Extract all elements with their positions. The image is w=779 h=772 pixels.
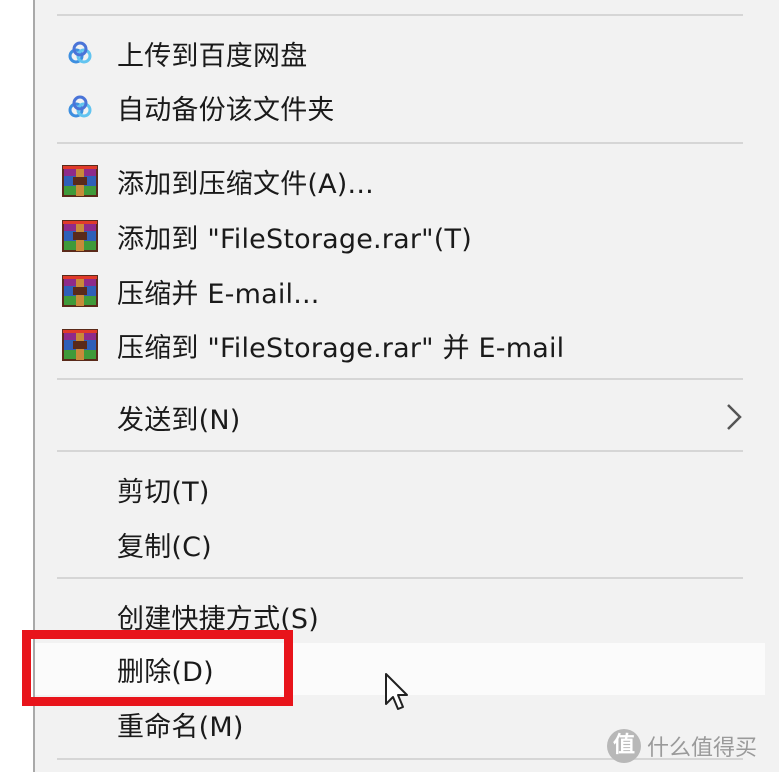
smzdm-logo-icon: 值 xyxy=(607,729,641,763)
baidu-netdisk-icon xyxy=(62,35,98,71)
menu-item-label: 复制(C) xyxy=(117,531,212,563)
menu-item-compress-to-rar-and-email[interactable]: 压缩到 "FileStorage.rar" 并 E-mail xyxy=(35,319,779,371)
menu-item-label: 上传到百度网盘 xyxy=(117,40,308,72)
winrar-icon xyxy=(62,218,98,254)
winrar-icon xyxy=(62,273,98,309)
chevron-right-icon xyxy=(727,404,742,430)
menu-item-label: 自动备份该文件夹 xyxy=(117,94,335,126)
menu-separator xyxy=(57,450,743,452)
menu-item-send-to[interactable]: 发送到(N) xyxy=(35,391,779,443)
menu-item-copy[interactable]: 复制(C) xyxy=(35,518,779,570)
menu-item-label: 发送到(N) xyxy=(117,404,241,436)
mouse-cursor-icon xyxy=(385,673,408,710)
baidu-netdisk-icon xyxy=(62,89,98,125)
menu-item-add-to-filestorage-rar[interactable]: 添加到 "FileStorage.rar"(T) xyxy=(35,210,779,262)
watermark: 值 什么值得买 xyxy=(607,727,757,765)
winrar-icon xyxy=(62,327,98,363)
menu-item-add-to-archive[interactable]: 添加到压缩文件(A)... xyxy=(35,155,779,207)
menu-separator xyxy=(57,142,743,144)
menu-item-label: 压缩到 "FileStorage.rar" 并 E-mail xyxy=(117,332,565,364)
menu-item-label: 压缩并 E-mail... xyxy=(117,278,320,310)
menu-separator xyxy=(57,577,743,579)
menu-item-auto-backup-folder[interactable]: 自动备份该文件夹 xyxy=(35,81,779,133)
menu-item-cut[interactable]: 剪切(T) xyxy=(35,463,779,515)
menu-separator xyxy=(57,378,743,380)
screen: 上传到百度网盘 自动备份该文件夹 添加到压缩文件(A)... 添加到 "File… xyxy=(0,0,779,772)
menu-separator xyxy=(57,14,743,16)
annotation-highlight-box xyxy=(22,630,293,706)
winrar-icon xyxy=(62,163,98,199)
menu-item-compress-and-email[interactable]: 压缩并 E-mail... xyxy=(35,265,779,317)
menu-item-label: 重命名(M) xyxy=(117,711,244,743)
menu-item-label: 添加到 "FileStorage.rar"(T) xyxy=(117,223,472,255)
watermark-text: 什么值得买 xyxy=(647,736,758,761)
menu-item-label: 剪切(T) xyxy=(117,476,210,508)
menu-item-label: 添加到压缩文件(A)... xyxy=(117,168,374,200)
menu-item-upload-to-baidu[interactable]: 上传到百度网盘 xyxy=(35,27,779,79)
